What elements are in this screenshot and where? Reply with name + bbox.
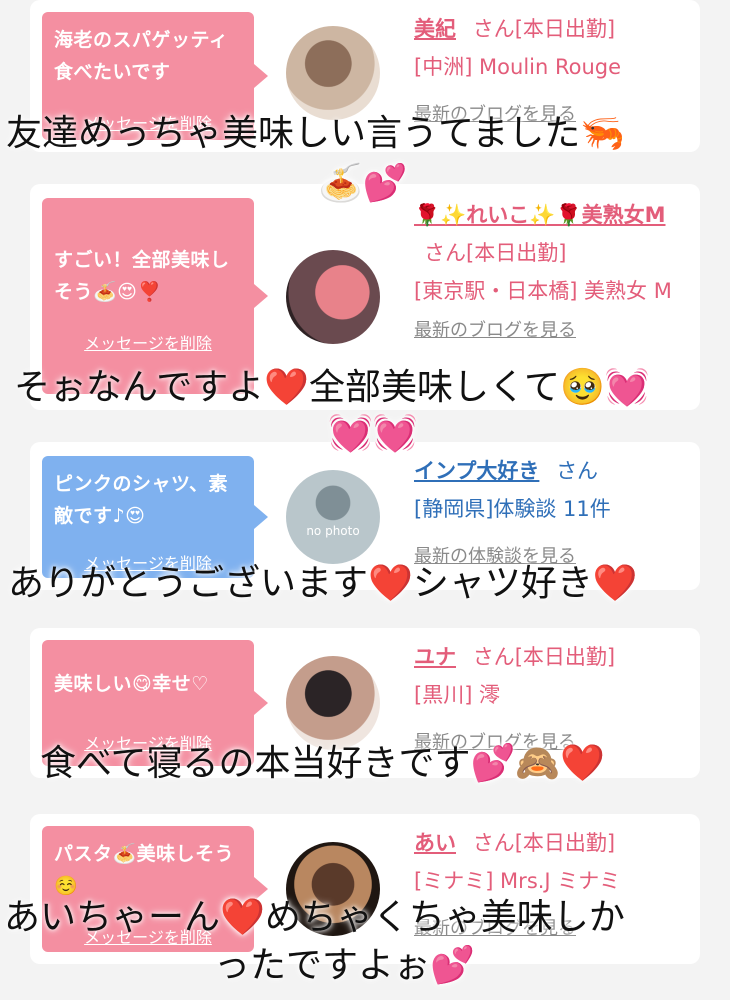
profile-name-link[interactable]: 美紀 — [414, 17, 456, 41]
shop-name: [中洲] Moulin Rouge — [414, 55, 622, 79]
work-status: [本日出勤] — [514, 645, 616, 669]
overlay-caption: そぉなんですよ❤️全部美味しくて🥹💓 — [14, 367, 650, 408]
overlay-caption: あいちゃーん❤️めちゃくちゃ美味しか — [4, 897, 625, 938]
honorific: さん — [472, 645, 515, 669]
message-text: すごい！全部美味しそう🍝😍❣️ — [54, 249, 230, 303]
avatar[interactable] — [286, 250, 380, 344]
profile-name-link[interactable]: 🌹✨れいこ✨🌹美熟女M — [414, 203, 666, 227]
overlay-caption: 🍝💕 — [318, 163, 408, 204]
profile-name-link[interactable]: あい — [414, 831, 456, 855]
shop-name: [東京駅・日本橋] 美熟女 M — [414, 279, 672, 303]
name-row: インプ大好き さん — [414, 452, 684, 490]
message-text: パスタ🍝美味しそう☺️ — [54, 843, 235, 897]
shop-name: [黒川] 澪 — [414, 683, 501, 707]
name-row: 🌹✨れいこ✨🌹美熟女M さん[本日出勤] — [414, 196, 684, 272]
delete-message-link[interactable]: メッセージを削除 — [42, 328, 254, 360]
message-text: 海老のスパゲッティ食べたいです — [54, 29, 229, 83]
overlay-caption: ったですよぉ💕 — [214, 945, 475, 986]
work-status: [本日出勤] — [514, 17, 616, 41]
no-photo-label: no photo — [306, 524, 360, 538]
name-row: ユナ さん[本日出勤] — [414, 638, 684, 676]
message-bubble: ピンクのシャツ、素敵です♪😍 メッセージを削除 — [42, 456, 268, 578]
avatar[interactable]: no photo — [286, 470, 380, 564]
message-card: パスタ🍝美味しそう☺️ メッセージを削除 あい さん[本日出勤] [ミナミ] M… — [30, 814, 700, 964]
overlay-caption: 食べて寝るの本当好きです💕🙈❤️ — [40, 743, 606, 784]
overlay-caption: 💓💓 — [328, 413, 418, 454]
latest-blog-link[interactable]: 最新のブログを見る — [414, 312, 684, 350]
overlay-caption: 友達めっちゃ美味しい言うてました🦐 — [6, 113, 626, 154]
work-status: [本日出勤] — [466, 241, 567, 265]
message-text: 美味しい😋幸せ♡ — [54, 673, 209, 695]
name-row: あい さん[本日出勤] — [414, 824, 684, 862]
profile-info: 🌹✨れいこ✨🌹美熟女M さん[本日出勤] [東京駅・日本橋] 美熟女 M 最新の… — [414, 196, 684, 350]
overlay-caption: ありがとうございます❤️シャツ好き❤️ — [8, 563, 638, 604]
work-status: [本日出勤] — [514, 831, 616, 855]
shop-name: [ミナミ] Mrs.J ミナミ — [414, 869, 621, 893]
avatar[interactable] — [286, 26, 380, 120]
profile-name-link[interactable]: インプ大好き — [414, 459, 539, 483]
honorific: さん — [556, 459, 599, 483]
message-text: ピンクのシャツ、素敵です♪😍 — [54, 473, 228, 527]
honorific: さん — [424, 241, 466, 265]
profile-info: インプ大好き さん [静岡県]体験談 11件 最新の体験談を見る — [414, 452, 684, 576]
review-count: [静岡県]体験談 11件 — [414, 497, 611, 521]
honorific: さん — [472, 831, 515, 855]
profile-name-link[interactable]: ユナ — [414, 645, 456, 669]
name-row: 美紀 さん[本日出勤] — [414, 10, 684, 48]
avatar[interactable] — [286, 656, 380, 750]
honorific: さん — [472, 17, 515, 41]
message-bubble: すごい！全部美味しそう🍝😍❣️ メッセージを削除 — [42, 198, 268, 394]
